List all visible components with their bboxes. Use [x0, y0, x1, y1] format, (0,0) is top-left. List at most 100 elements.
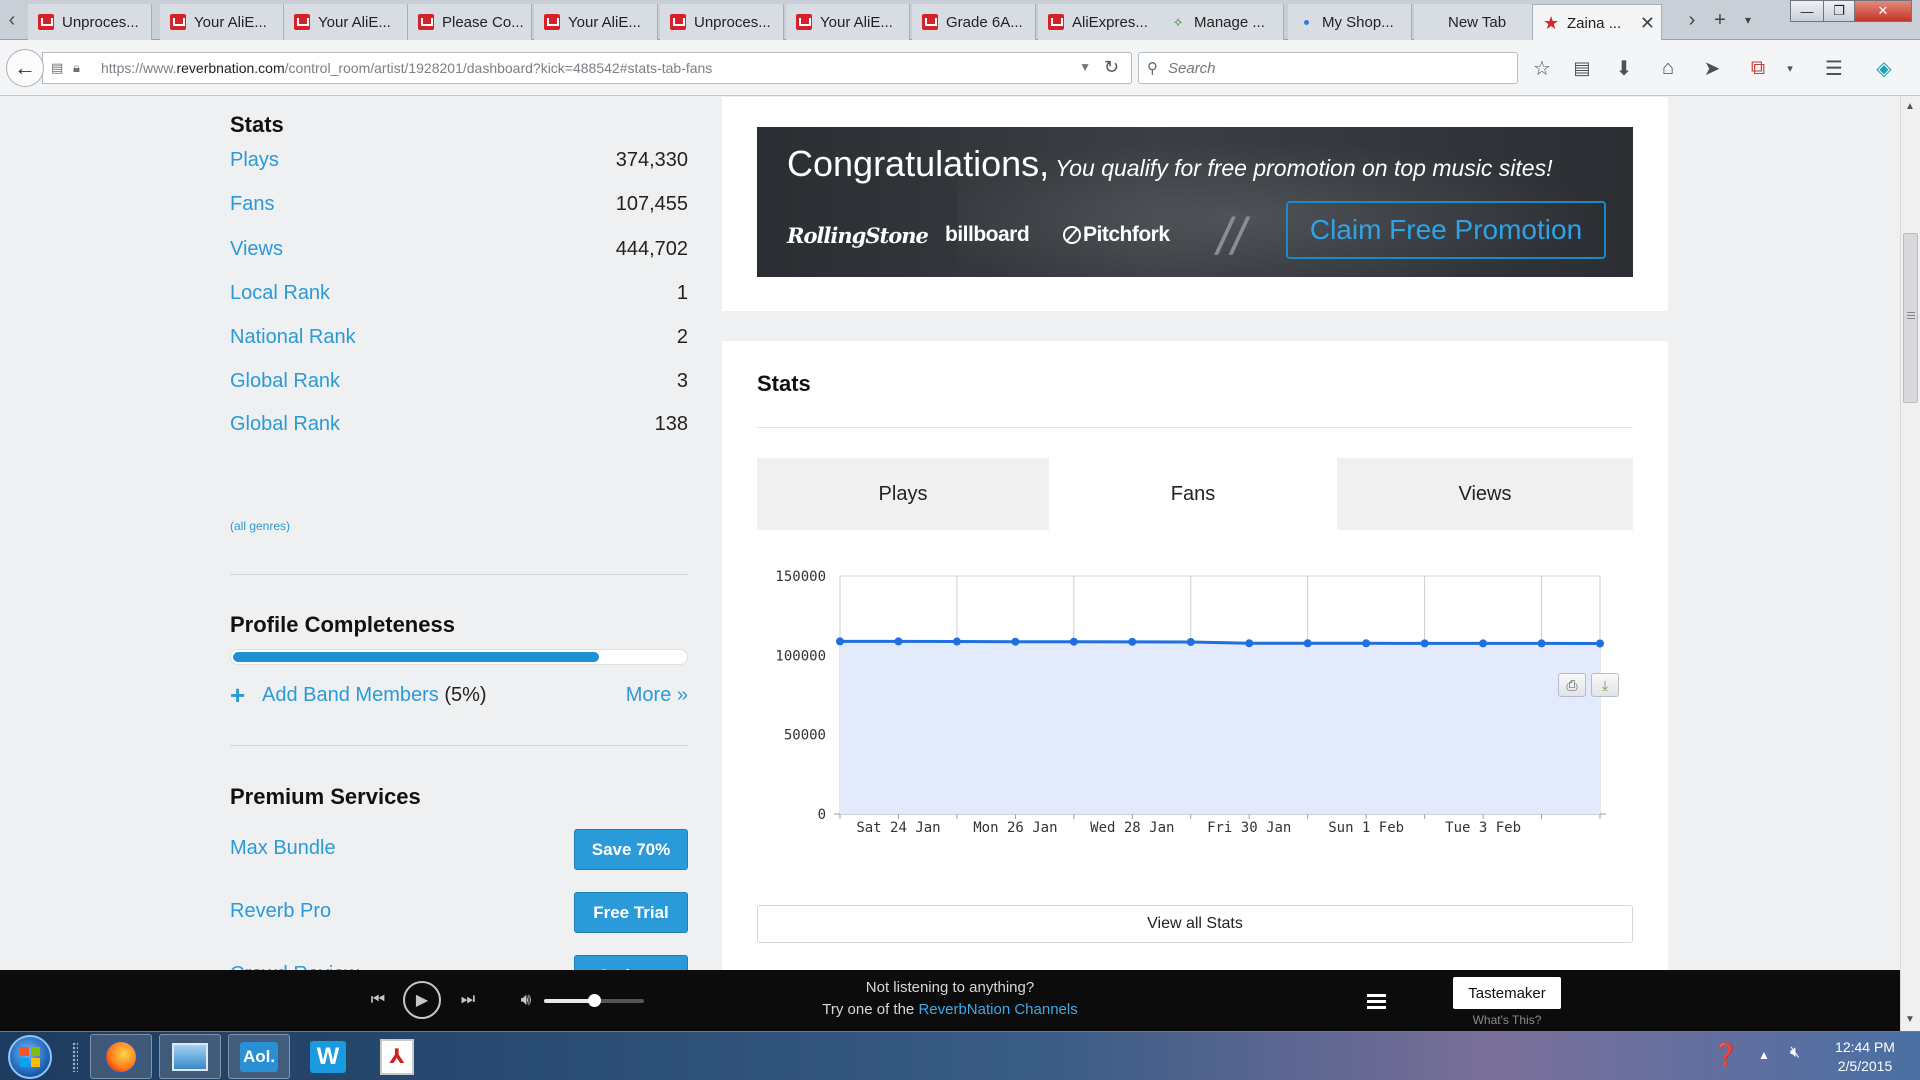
plus-icon[interactable]: +: [230, 680, 245, 711]
scroll-down-arrow-icon[interactable]: ▼: [1905, 1014, 1915, 1025]
scrollbar-thumb[interactable]: [1903, 233, 1918, 403]
url-history-chevron-down-icon[interactable]: ▼: [1079, 60, 1091, 74]
player-prompt: Try one of the ReverbNation Channels: [780, 1001, 1120, 1018]
browser-tab[interactable]: Your AliE...: [534, 4, 658, 40]
home-icon[interactable]: ⌂: [1654, 54, 1682, 82]
tab-scroll-right-button[interactable]: ›: [1680, 4, 1704, 36]
tab-views[interactable]: Views: [1337, 458, 1633, 530]
pdf-taskbar-button[interactable]: ⅄: [366, 1034, 428, 1079]
stat-row: Global Rank 3: [230, 370, 688, 400]
back-button[interactable]: ←: [6, 49, 44, 87]
tray-expand-chevron-up-icon[interactable]: ▲: [1758, 1048, 1770, 1062]
stat-value: 2: [676, 326, 688, 348]
extension-pdf-icon[interactable]: ⧉: [1744, 54, 1772, 82]
browser-tab[interactable]: Your AliE...: [160, 4, 284, 40]
new-tab-plus-icon[interactable]: +: [1708, 4, 1732, 36]
stat-label[interactable]: Plays: [230, 149, 279, 172]
close-tab-icon[interactable]: ✕: [1640, 13, 1655, 34]
tastemaker-button[interactable]: Tastemaker: [1453, 977, 1561, 1009]
browser-tab[interactable]: AliExpres...: [1038, 4, 1162, 40]
view-all-stats-button[interactable]: View all Stats: [757, 905, 1633, 943]
restore-button[interactable]: ❐: [1823, 0, 1855, 22]
extension-chevron-down-icon[interactable]: ▾: [1776, 54, 1804, 82]
reverbnation-channels-link[interactable]: ReverbNation Channels: [918, 1001, 1077, 1018]
volume-knob[interactable]: [588, 994, 601, 1007]
next-track-icon[interactable]: ⏭: [458, 989, 478, 1011]
premium-service-link[interactable]: Max Bundle: [230, 837, 336, 860]
volume-fill: [544, 999, 594, 1003]
volume-icon[interactable]: 🔊︎: [514, 988, 538, 1012]
premium-service-button[interactable]: Save 70%: [574, 829, 688, 870]
system-clock[interactable]: 12:44 PM 2/5/2015: [1826, 1038, 1904, 1076]
browser-tab[interactable]: Your AliE...: [284, 4, 408, 40]
windows-logo-icon: [20, 1047, 40, 1067]
browser-tab[interactable]: Your AliE...: [786, 4, 910, 40]
download-chart-icon[interactable]: ⤓: [1591, 673, 1619, 697]
aliexpress-icon: [796, 14, 812, 30]
browser-tab[interactable]: Unproces...: [28, 4, 152, 40]
stat-label[interactable]: Global Rank: [230, 413, 340, 436]
photo-viewer-taskbar-button[interactable]: [159, 1034, 221, 1079]
search-input[interactable]: ⚲ Search: [1138, 52, 1518, 84]
minimize-button[interactable]: —: [1790, 0, 1824, 22]
whats-this-link[interactable]: What's This?: [1453, 1013, 1561, 1027]
premium-service-button[interactable]: Activate: [574, 955, 688, 970]
page-viewport: Stats Plays 374,330 Fans 107,455 Views 444,70…: [0, 97, 1900, 970]
send-arrow-icon[interactable]: ➤: [1698, 54, 1726, 82]
browser-tab-title: Unproces...: [694, 13, 771, 31]
claim-free-promotion-button[interactable]: Claim Free Promotion: [1286, 201, 1606, 259]
promo-headline-text: Congratulations,: [787, 143, 1050, 184]
browser-tab[interactable]: Please Co...: [408, 4, 532, 40]
premium-service-button[interactable]: Free Trial: [574, 892, 688, 933]
url-bar[interactable]: ▤ 🔒︎ https://www.reverbnation.com/contro…: [42, 52, 1132, 84]
aliexpress-icon: [1048, 14, 1064, 30]
taskbar-grip[interactable]: [72, 1042, 78, 1072]
tab-plays[interactable]: Plays: [757, 458, 1049, 530]
download-arrow-icon[interactable]: ⬇: [1610, 54, 1638, 82]
browser-tab[interactable]: Grade 6A...: [912, 4, 1036, 40]
reading-list-icon[interactable]: ▤: [1568, 54, 1596, 82]
help-alert-tray-icon[interactable]: ❓: [1712, 1042, 1739, 1068]
stat-label[interactable]: Views: [230, 238, 283, 261]
volume-muted-tray-icon[interactable]: 🔇︎: [1790, 1044, 1800, 1062]
browser-tab[interactable]: ⟡ Manage ...: [1160, 4, 1284, 40]
browser-tab[interactable]: Unproces...: [660, 4, 784, 40]
player-menu-icon[interactable]: [1367, 994, 1386, 997]
tab-list-chevron-down-icon[interactable]: ▾: [1736, 4, 1760, 36]
stat-label[interactable]: Local Rank: [230, 282, 330, 305]
url-text[interactable]: https://www.reverbnation.com/control_roo…: [101, 60, 712, 76]
tab-fans[interactable]: Fans: [1049, 458, 1337, 530]
promo-banner[interactable]: Congratulations, You qualify for free pro…: [757, 127, 1633, 277]
close-window-button[interactable]: ✕: [1854, 0, 1912, 22]
w-app-taskbar-button[interactable]: W: [297, 1034, 359, 1079]
reverbnation-star-icon: ★: [1543, 13, 1560, 33]
previous-track-icon[interactable]: ⏮: [368, 989, 388, 1011]
stat-label[interactable]: Fans: [230, 193, 274, 216]
lock-icon: 🔒︎: [73, 60, 80, 75]
more-link[interactable]: More »: [626, 684, 688, 707]
stat-label[interactable]: National Rank: [230, 326, 356, 349]
stat-label[interactable]: Global Rank: [230, 370, 340, 393]
reload-icon[interactable]: ↻: [1104, 57, 1119, 78]
bookmark-star-icon[interactable]: ☆: [1528, 54, 1556, 82]
print-chart-icon[interactable]: ⎙: [1558, 673, 1586, 697]
aol-taskbar-button[interactable]: Aol.: [228, 1034, 290, 1079]
scroll-up-arrow-icon[interactable]: ▲: [1905, 101, 1915, 112]
premium-service-link[interactable]: Reverb Pro: [230, 900, 331, 923]
start-button[interactable]: [8, 1035, 52, 1079]
tab-scroll-left-button[interactable]: ‹: [0, 0, 24, 40]
hamburger-menu-icon[interactable]: ☰: [1820, 54, 1848, 82]
add-band-members-link[interactable]: Add Band Members: [262, 684, 439, 706]
global-rank-note[interactable]: (all genres): [230, 519, 290, 533]
browser-tab[interactable]: New Tab: [1414, 4, 1538, 40]
site-identity-icon[interactable]: ▤: [51, 60, 73, 76]
extension-diamond-icon[interactable]: ◈: [1870, 54, 1898, 82]
premium-service-link[interactable]: Crowd Review: [230, 963, 359, 970]
firefox-taskbar-button[interactable]: [90, 1034, 152, 1079]
page-scrollbar[interactable]: ▲ ▼: [1900, 97, 1920, 1031]
aliexpress-icon: [544, 14, 560, 30]
play-button[interactable]: ▶: [403, 981, 441, 1019]
browser-tab[interactable]: My Shop...: [1288, 4, 1412, 40]
browser-tab[interactable]: ★ Zaina ... ✕: [1532, 4, 1662, 41]
stats-card-title: Stats: [757, 371, 811, 396]
